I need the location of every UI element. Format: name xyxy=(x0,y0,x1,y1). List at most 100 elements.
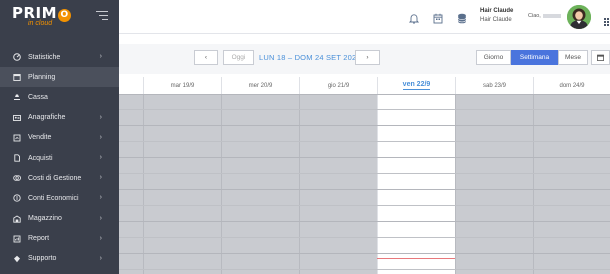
sidebar-item-vendite[interactable]: Vendite › xyxy=(0,128,119,148)
view-month-button[interactable]: Mese xyxy=(558,50,588,65)
date-picker-button[interactable] xyxy=(591,50,610,65)
header-divider xyxy=(119,94,610,95)
sidebar-nav: Statistiche › Planning Cassa Anagrafiche… xyxy=(0,47,119,269)
sidebar-item-label: Anagrafiche xyxy=(28,114,66,122)
sidebar-item-label: Planning xyxy=(28,73,56,81)
chevron-right-icon: › xyxy=(99,214,102,222)
redacted-name xyxy=(542,13,561,18)
sidebar-item-acquisti[interactable]: Acquisti › xyxy=(0,148,119,168)
prev-week-button[interactable]: ‹ xyxy=(194,50,218,65)
chevron-right-icon: › xyxy=(99,153,102,161)
time-slot-line xyxy=(119,125,610,126)
dashboard-icon xyxy=(13,53,21,61)
sidebar-item-label: Magazzino xyxy=(28,215,62,223)
calendar-icon[interactable] xyxy=(433,11,443,24)
menu-toggle-icon[interactable] xyxy=(96,11,108,21)
sidebar-item-costi-di-gestione[interactable]: Costi di Gestione › xyxy=(0,168,119,188)
chevron-right-icon: › xyxy=(99,53,102,60)
coins-icon xyxy=(13,174,21,182)
sidebar-item-supporto[interactable]: Supporto › xyxy=(0,249,119,269)
time-slot-line xyxy=(119,237,610,238)
id-card-icon xyxy=(13,114,21,122)
sidebar-item-label: Vendite xyxy=(28,134,52,142)
next-week-button[interactable]: › xyxy=(355,50,380,65)
day-header: mar 19/9 xyxy=(143,77,221,94)
chevron-right-icon: › xyxy=(99,254,102,262)
cash-icon xyxy=(13,93,21,101)
app-window: PRIM O in cloud Statistiche › Planning Ca… xyxy=(0,0,610,274)
day-column[interactable] xyxy=(221,94,299,274)
time-slot-line xyxy=(119,173,610,174)
document-icon xyxy=(13,154,21,162)
day-header-today: ven 22/9 xyxy=(377,77,455,94)
sidebar-item-label: Statistiche xyxy=(28,53,61,61)
support-icon xyxy=(13,255,21,263)
accounts-icon xyxy=(13,194,21,203)
greeting: Ciao, xyxy=(528,13,561,19)
time-slot-line xyxy=(119,205,610,206)
calendar-icon xyxy=(13,73,21,82)
chevron-right-icon: › xyxy=(99,133,102,141)
sidebar-item-label: Report xyxy=(28,235,50,243)
chevron-right-icon: › xyxy=(99,174,102,182)
date-range-title: LUN 18 – DOM 24 SET 2023 xyxy=(259,53,361,62)
sidebar-item-planning[interactable]: Planning xyxy=(0,67,119,88)
logo-o-badge: O xyxy=(58,9,72,22)
day-column[interactable] xyxy=(455,94,533,274)
greeting-text: Ciao, xyxy=(528,13,541,19)
sidebar-item-label: Acquisti xyxy=(28,154,53,162)
day-header: mer 20/9 xyxy=(221,77,299,94)
sidebar-item-label: Cassa xyxy=(28,93,48,101)
time-axis-header xyxy=(119,77,143,94)
chevron-right-icon: › xyxy=(99,113,102,121)
apps-grid-icon[interactable] xyxy=(604,13,610,26)
calendar-toolbar: ‹ Oggi LUN 18 – DOM 24 SET 2023 › Giorno… xyxy=(119,44,610,74)
time-axis-column xyxy=(119,94,143,274)
chevron-right-icon: › xyxy=(99,234,102,242)
chevron-right-icon: › xyxy=(99,194,102,202)
sidebar-item-label: Costi di Gestione xyxy=(28,174,82,182)
sidebar: PRIM O in cloud Statistiche › Planning Ca… xyxy=(0,0,119,274)
day-column-today[interactable] xyxy=(377,94,455,274)
time-slot-line xyxy=(119,269,610,270)
sales-icon xyxy=(13,134,21,142)
calendar-icon xyxy=(597,54,604,61)
view-day-button[interactable]: Giorno xyxy=(476,50,511,65)
time-slot-line xyxy=(119,157,610,158)
time-slot-line xyxy=(119,253,610,254)
day-column[interactable] xyxy=(299,94,377,274)
week-calendar: mar 19/9 mer 20/9 gio 21/9 ven 22/9 sab … xyxy=(119,77,610,274)
sidebar-item-label: Supporto xyxy=(28,255,57,263)
day-header: gio 21/9 xyxy=(299,77,377,94)
day-header: sab 23/9 xyxy=(455,77,533,94)
warehouse-icon xyxy=(13,215,21,223)
user-subtitle: Hair Claude xyxy=(480,17,512,23)
time-slot-line xyxy=(119,221,610,222)
user-info[interactable]: Hair Claude Hair Claude xyxy=(480,8,513,23)
bell-icon[interactable] xyxy=(408,11,420,24)
today-label: ven 22/9 xyxy=(402,81,431,90)
user-name: Hair Claude xyxy=(480,8,514,14)
sidebar-item-report[interactable]: Report › xyxy=(0,229,119,249)
sidebar-item-conti-economici[interactable]: Conti Economici › xyxy=(0,188,119,208)
top-header: Hair Claude Hair Claude Ciao, xyxy=(119,0,610,34)
time-slot-line xyxy=(119,109,610,110)
sidebar-item-magazzino[interactable]: Magazzino › xyxy=(0,209,119,229)
database-icon[interactable] xyxy=(457,11,467,24)
day-column[interactable] xyxy=(533,94,610,274)
sidebar-item-statistiche[interactable]: Statistiche › xyxy=(0,47,119,67)
time-slot-line xyxy=(119,189,610,190)
view-week-button[interactable]: Settimana xyxy=(511,50,558,65)
today-button[interactable]: Oggi xyxy=(223,50,254,65)
day-header: dom 24/9 xyxy=(533,77,610,94)
time-slot-line xyxy=(119,141,610,142)
sidebar-item-cassa[interactable]: Cassa xyxy=(0,87,119,107)
primo-logo[interactable]: PRIM O in cloud xyxy=(12,6,82,32)
day-column[interactable] xyxy=(143,94,221,274)
current-time-indicator xyxy=(377,258,455,259)
report-icon xyxy=(13,235,21,243)
logo-subtitle: in cloud xyxy=(28,20,53,27)
sidebar-item-anagrafiche[interactable]: Anagrafiche › xyxy=(0,108,119,128)
sidebar-item-label: Conti Economici xyxy=(28,194,79,202)
avatar[interactable] xyxy=(567,5,591,29)
